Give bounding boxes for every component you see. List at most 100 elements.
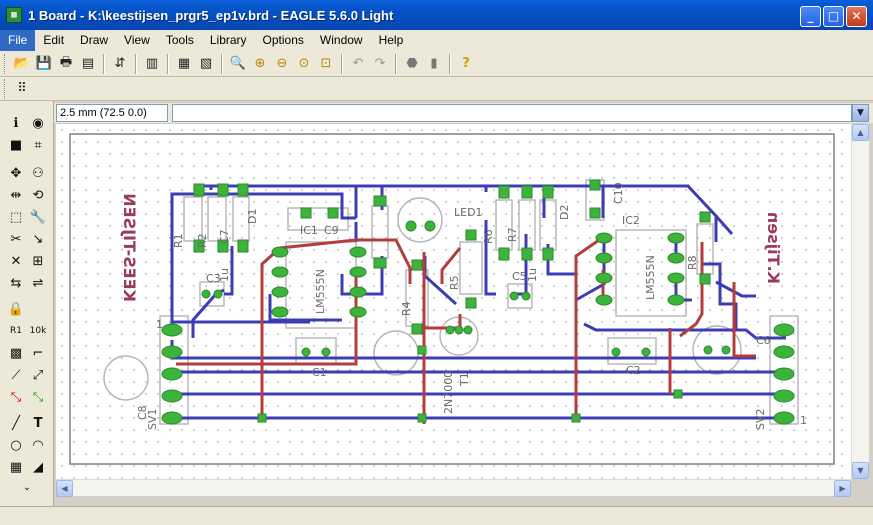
scroll-left-button[interactable]: ◀ xyxy=(56,480,73,497)
display-icon[interactable]: ■ xyxy=(6,135,26,155)
name-icon[interactable]: R1 xyxy=(6,321,26,341)
menu-file[interactable]: File xyxy=(0,30,36,51)
cam-icon[interactable]: ▤ xyxy=(77,53,99,75)
print-icon[interactable]: 🖶 xyxy=(55,53,77,75)
menu-tools[interactable]: Tools xyxy=(158,30,202,51)
toolbar-separator xyxy=(103,53,105,74)
horizontal-scrollbar[interactable]: ◀ ▶ xyxy=(56,479,851,497)
value-icon[interactable]: 10k xyxy=(28,321,48,341)
command-toolbar: ℹ ◉ ■ ⌗ ✥ ⚇ ⇹ ⟲ ⬚ 🔧 ✂ ↘ ✕ ⊞ ⇆ ⇌ 🔒 R1 10k… xyxy=(0,101,54,525)
zoom-fit-icon[interactable]: 🔍 xyxy=(227,53,249,75)
smash-icon[interactable]: ▩ xyxy=(6,343,26,363)
label-r2: R2 xyxy=(196,233,209,248)
add-icon[interactable]: ⊞ xyxy=(28,251,48,271)
redo-icon[interactable]: ↷ xyxy=(369,53,391,75)
copy-icon[interactable]: ⚇ xyxy=(28,163,48,183)
maximize-button[interactable]: □ xyxy=(823,6,844,27)
show-icon[interactable]: ◉ xyxy=(28,113,48,133)
undo-icon[interactable]: ↶ xyxy=(347,53,369,75)
label-mirror-text-right: K.Tijsen xyxy=(764,212,783,284)
scroll-right-button[interactable]: ▶ xyxy=(834,480,851,497)
mark-icon[interactable]: ⌗ xyxy=(28,135,48,155)
scroll-down-button[interactable]: ▼ xyxy=(852,462,869,479)
label-c5-value: 1u xyxy=(526,268,539,282)
toolbar-separator xyxy=(221,53,223,74)
toolbar-separator xyxy=(135,53,137,74)
script-icon[interactable]: ⇵ xyxy=(109,53,131,75)
toolbar-grip[interactable] xyxy=(4,53,7,74)
save-icon[interactable]: 💾 xyxy=(33,53,55,75)
open-icon[interactable]: 📂 xyxy=(11,53,33,75)
delete-icon[interactable]: ↘ xyxy=(28,229,48,249)
coordinate-display: 2.5 mm (72.5 0.0) xyxy=(56,104,168,122)
help-icon[interactable]: ? xyxy=(455,53,477,75)
group-icon[interactable]: ⬚ xyxy=(6,207,26,227)
label-mirror-text-left: KEES-TIJSEN xyxy=(120,193,139,302)
label-d2: D2 xyxy=(558,205,571,220)
menu-edit[interactable]: Edit xyxy=(35,30,72,51)
rotate-icon[interactable]: ⟲ xyxy=(28,185,48,205)
menu-view[interactable]: View xyxy=(116,30,158,51)
rect-icon[interactable]: ▦ xyxy=(6,457,26,477)
menu-library[interactable]: Library xyxy=(202,30,255,51)
menu-help[interactable]: Help xyxy=(371,30,412,51)
zoom-redraw-icon[interactable]: ⊙ xyxy=(293,53,315,75)
label-pin1: 1 xyxy=(156,318,163,331)
split-icon[interactable]: ⟋ xyxy=(6,365,26,385)
zoom-out-icon[interactable]: ⊖ xyxy=(271,53,293,75)
delete-x-icon[interactable]: ✕ xyxy=(6,251,26,271)
circle-icon[interactable]: ○ xyxy=(6,435,26,455)
close-button[interactable]: ✕ xyxy=(846,6,867,27)
command-history-dropdown[interactable]: ▼ xyxy=(852,104,869,122)
change-icon[interactable]: 🔧 xyxy=(28,207,48,227)
text-icon[interactable]: T xyxy=(28,413,48,433)
minimize-button[interactable]: _ xyxy=(800,6,821,27)
polygon-icon[interactable]: ◢ xyxy=(28,457,48,477)
vertical-scrollbar[interactable]: ▲ ▼ xyxy=(851,124,869,479)
menu-options[interactable]: Options xyxy=(255,30,312,51)
optimize-icon[interactable]: ⤢ xyxy=(28,365,48,385)
label-r4: R4 xyxy=(400,301,413,316)
toolbar-separator xyxy=(449,53,451,74)
pinswap-icon[interactable]: ⇌ xyxy=(28,273,48,293)
zoom-area-icon[interactable]: ⊡ xyxy=(315,53,337,75)
command-line-input[interactable] xyxy=(172,104,852,122)
paste-icon[interactable]: ✂ xyxy=(6,229,26,249)
more-tools-chevron-icon[interactable]: ⌄ xyxy=(17,477,37,497)
replace-icon[interactable]: ⇆ xyxy=(6,273,26,293)
label-t1-part: 2N7000 xyxy=(442,371,455,414)
label-sv1: SV1 xyxy=(146,408,159,430)
zoom-in-icon[interactable]: ⊕ xyxy=(249,53,271,75)
wire-icon[interactable]: ╱ xyxy=(6,413,26,433)
lock-icon[interactable]: 🔒 xyxy=(6,299,26,319)
mirror-icon[interactable]: ⇹ xyxy=(6,185,26,205)
scroll-up-button[interactable]: ▲ xyxy=(852,124,869,141)
route-icon[interactable]: ⤡ xyxy=(6,387,26,407)
drc-icon[interactable]: ▧ xyxy=(195,53,217,75)
window-title: 1 Board - K:\keestijsen_prgr5_ep1v.brd -… xyxy=(28,7,394,23)
library-icon[interactable]: ▥ xyxy=(141,53,163,75)
menu-bar: File Edit Draw View Tools Library Option… xyxy=(0,30,873,51)
label-c5: C5 xyxy=(512,270,527,283)
arc-icon[interactable]: ◠ xyxy=(28,435,48,455)
board-canvas[interactable]: R1 R2 D1 IC1 C9 LM555N C1 LED1 R4 R5 2N7… xyxy=(56,124,851,479)
miter-icon[interactable]: ⌐ xyxy=(28,343,48,363)
grid-icon[interactable]: ⠿ xyxy=(11,78,33,100)
pcb-drawing[interactable]: R1 R2 D1 IC1 C9 LM555N C1 LED1 R4 R5 2N7… xyxy=(56,124,851,479)
ripup-icon[interactable]: ⤡ xyxy=(28,387,48,407)
label-ic1: IC1 xyxy=(300,224,318,237)
toolbar-grip[interactable] xyxy=(4,78,7,99)
toolbar-separator xyxy=(167,53,169,74)
stop-icon[interactable]: ⬣ xyxy=(401,53,423,75)
label-ic2: IC2 xyxy=(622,214,640,227)
label-t1: T1 xyxy=(458,372,471,387)
label-c2: C2 xyxy=(626,364,641,377)
go-icon[interactable]: ▮ xyxy=(423,53,445,75)
label-c1-value: 1u xyxy=(218,268,231,282)
menu-draw[interactable]: Draw xyxy=(72,30,116,51)
info-icon[interactable]: ℹ xyxy=(6,113,26,133)
move-icon[interactable]: ✥ xyxy=(6,163,26,183)
menu-window[interactable]: Window xyxy=(312,30,371,51)
ratsnest-icon[interactable]: ▦ xyxy=(173,53,195,75)
label-d1: D1 xyxy=(246,209,259,224)
